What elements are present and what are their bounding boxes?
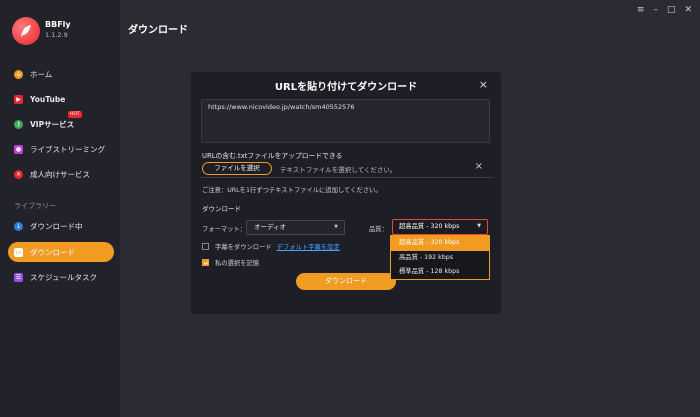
chevron-down-icon: ▼	[477, 223, 481, 229]
library-label: ライブラリー	[14, 202, 56, 210]
page-title: ダウンロード	[128, 25, 188, 36]
quality-option-128[interactable]: 標準品質 - 128 kbps	[391, 265, 489, 280]
adult-icon: ✕	[14, 169, 23, 179]
folder-icon: ▭	[14, 247, 23, 257]
sidebar-item-downloaded[interactable]: ▭ ダウンロード	[8, 242, 114, 262]
chevron-down-icon: ▼	[334, 224, 338, 230]
maximize-button[interactable]: □	[667, 5, 676, 15]
sidebar-item-label: VIPサービス	[30, 119, 75, 129]
sidebar-item-label: ダウンロード	[30, 247, 75, 257]
quality-dropdown-menu: 超高品質 - 320 kbps 高品質 - 192 kbps 標準品質 - 12…	[390, 235, 490, 280]
remember-checkbox-label: 私の選択を記憶	[215, 260, 260, 267]
quality-select[interactable]: 超高品質 - 320 kbps ▼	[392, 219, 488, 235]
home-icon: ⌂	[14, 69, 23, 79]
sidebar-item-label: スケジュールタスク	[30, 272, 97, 282]
sidebar: BBFly 1.1.2.9 ⌂ ホーム ▶ YouTube ⚷ VIPサービス …	[0, 0, 120, 417]
sidebar-item-vip[interactable]: ⚷ VIPサービス HOT	[8, 111, 114, 134]
sidebar-item-adult[interactable]: ✕ 成人向けサービス	[8, 164, 114, 184]
quality-value: 超高品質 - 320 kbps	[399, 223, 460, 230]
close-button[interactable]: ✕	[684, 5, 692, 15]
quality-label: 品質：	[369, 226, 388, 233]
url-textarea[interactable]: https://www.nicovideo.jp/watch/sm4055257…	[201, 99, 490, 143]
subtitle-checkbox[interactable]	[202, 243, 209, 250]
choose-file-button[interactable]: ファイルを選択	[202, 162, 272, 175]
key-icon: ⚷	[14, 119, 23, 129]
note-text: ご注意：URLを1行ずつテキストファイルに追加してください。	[202, 187, 382, 194]
sidebar-item-label: ダウンロード中	[30, 221, 83, 231]
file-path-field[interactable]: テキストファイルを選択してください。	[280, 164, 396, 174]
youtube-icon: ▶	[14, 94, 23, 104]
clear-file-button[interactable]: ×	[475, 161, 483, 172]
remember-checkbox[interactable]	[202, 259, 209, 266]
default-subtitle-link[interactable]: デフォルト字幕を設定	[277, 242, 340, 251]
format-value: オーディオ	[254, 223, 287, 231]
sidebar-item-schedule[interactable]: ☰ スケジュールタスク	[8, 267, 114, 287]
quality-option-320[interactable]: 超高品質 - 320 kbps	[391, 236, 489, 251]
dialog-title: URLを貼り付けてダウンロード	[274, 82, 418, 93]
subtitle-checkbox-label: 字幕をダウンロード	[215, 244, 272, 251]
remember-row: 私の選択を記憶	[202, 258, 259, 267]
subtitle-row: 字幕をダウンロード デフォルト字幕を設定	[202, 242, 340, 251]
sidebar-item-downloading[interactable]: ↓ ダウンロード中	[8, 216, 114, 236]
app-name: BBFly	[45, 20, 71, 29]
download-section-label: ダウンロード	[202, 205, 241, 213]
feather-icon	[21, 25, 31, 37]
hot-badge: HOT	[68, 111, 82, 118]
minimize-button[interactable]: –	[653, 5, 658, 15]
sidebar-item-home[interactable]: ⌂ ホーム	[8, 64, 114, 84]
upload-label: URLの含む.txtファイルをアップロードできる	[202, 152, 343, 160]
sidebar-item-live[interactable]: ● ライブストリーミング	[8, 139, 114, 159]
sidebar-item-label: ライブストリーミング	[30, 144, 105, 154]
dialog-close-button[interactable]: ×	[479, 78, 488, 91]
download-button[interactable]: ダウンロード	[296, 273, 396, 290]
download-icon: ↓	[14, 221, 23, 231]
quality-option-192[interactable]: 高品質 - 192 kbps	[391, 251, 489, 266]
menu-icon[interactable]: ≡	[637, 5, 645, 15]
window-controls: ≡ – □ ✕	[637, 5, 692, 15]
app-version: 1.1.2.9	[45, 31, 68, 39]
app-logo	[12, 17, 40, 45]
sidebar-item-label: YouTube	[30, 94, 66, 104]
format-label: フォーマット：	[202, 226, 247, 233]
schedule-icon: ☰	[14, 272, 23, 282]
sidebar-item-label: 成人向けサービス	[30, 169, 90, 179]
sidebar-item-youtube[interactable]: ▶ YouTube	[8, 89, 114, 109]
upload-row: ファイルを選択 テキストファイルを選択してください。 ×	[201, 161, 493, 178]
sidebar-item-label: ホーム	[30, 69, 53, 79]
live-icon: ●	[14, 144, 23, 154]
format-select[interactable]: オーディオ ▼	[246, 220, 345, 235]
